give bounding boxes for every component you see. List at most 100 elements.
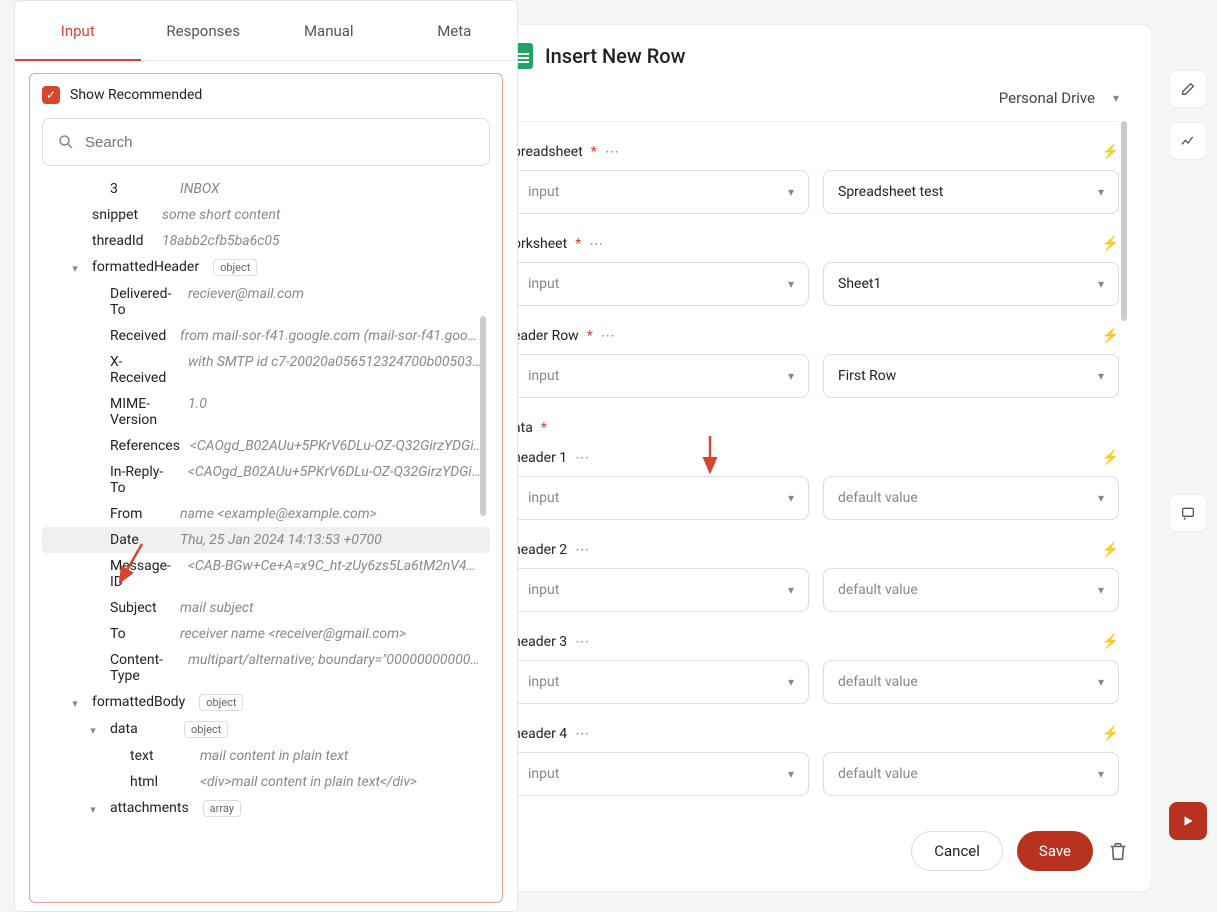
- tab-responses[interactable]: Responses: [141, 1, 267, 61]
- headerrow-input-dropdown[interactable]: input ▾: [513, 354, 809, 398]
- tree-row[interactable]: In-Reply-To<CAOgd_B02AUu+5PKrV6DLu-OZ-Q3…: [42, 459, 490, 501]
- tree-row[interactable]: snippet some short content: [42, 202, 490, 228]
- lightning-icon[interactable]: ⚡: [1102, 328, 1119, 344]
- ellipsis-icon[interactable]: ⋯: [589, 236, 604, 252]
- lightning-icon[interactable]: ⚡: [1102, 236, 1119, 252]
- chevron-down-icon: ▾: [788, 583, 794, 597]
- tab-manual[interactable]: Manual: [266, 1, 392, 61]
- field-header-row: eader Row * ⋯ ⚡ input ▾ First Row ▾: [513, 328, 1119, 398]
- tree-row[interactable]: threadId18abb2cfb5ba6c05: [42, 228, 490, 254]
- tree-row[interactable]: textmail content in plain text: [42, 743, 490, 769]
- chevron-down-icon: ▾: [788, 277, 794, 291]
- header-label: header 2: [513, 542, 567, 558]
- tree-row[interactable]: Fromname <example@example.com>: [42, 501, 490, 527]
- tab-input[interactable]: Input: [15, 1, 141, 61]
- header-input-dropdown[interactable]: input ▾: [513, 476, 809, 520]
- caret-icon: ▾: [68, 262, 82, 275]
- right-header: Insert New Row: [513, 43, 1129, 69]
- required-mark: *: [575, 236, 581, 252]
- chart-icon[interactable]: [1169, 122, 1207, 160]
- tab-meta[interactable]: Meta: [392, 1, 518, 61]
- tree-row[interactable]: X-Receivedwith SMTP id c7-20020a05651232…: [42, 349, 490, 391]
- tree-row[interactable]: 3INBOX: [42, 176, 490, 202]
- tree-key: text: [130, 748, 190, 764]
- header-default-dropdown[interactable]: default value ▾: [823, 660, 1119, 704]
- ellipsis-icon[interactable]: ⋯: [575, 542, 590, 558]
- search-input[interactable]: [42, 118, 490, 166]
- tree-key: MIME-Version: [110, 396, 178, 428]
- tree-row[interactable]: MIME-Version1.0: [42, 391, 490, 433]
- chevron-down-icon: ▾: [788, 185, 794, 199]
- tree: 3INBOX snippet some short content threadId1…: [42, 176, 490, 890]
- required-mark: *: [587, 328, 593, 344]
- tree-value: INBOX: [180, 181, 484, 197]
- form-area: Personal Drive ▾ preadsheet * ⋯ ⚡ input …: [513, 81, 1129, 813]
- header-input-dropdown[interactable]: input ▾: [513, 568, 809, 612]
- lightning-icon[interactable]: ⚡: [1102, 542, 1119, 558]
- tree-row[interactable]: Content-Typemultipart/alternative; bound…: [42, 647, 490, 689]
- tree-row[interactable]: DateThu, 25 Jan 2024 14:13:53 +0700: [42, 527, 490, 553]
- field-worksheet: orksheet * ⋯ ⚡ input ▾ Sheet1 ▾: [513, 236, 1119, 306]
- tree-row[interactable]: html<div>mail content in plain text</div…: [42, 769, 490, 795]
- ellipsis-icon[interactable]: ⋯: [605, 144, 620, 160]
- ellipsis-icon[interactable]: ⋯: [601, 328, 616, 344]
- save-button[interactable]: Save: [1017, 831, 1093, 871]
- chevron-down-icon: ▾: [1098, 185, 1104, 199]
- spreadsheet-value-dropdown[interactable]: Spreadsheet test ▾: [823, 170, 1119, 214]
- tree-key: formattedHeader: [92, 259, 199, 275]
- chevron-down-icon[interactable]: ▾: [1113, 91, 1119, 105]
- tree-row[interactable]: ▾attachmentsarray: [42, 795, 490, 822]
- header-input-dropdown[interactable]: input ▾: [513, 660, 809, 704]
- worksheet-value-dropdown[interactable]: Sheet1 ▾: [823, 262, 1119, 306]
- tree-row[interactable]: Toreceiver name <receiver@gmail.com>: [42, 621, 490, 647]
- header-default-dropdown[interactable]: default value ▾: [823, 568, 1119, 612]
- search-field[interactable]: [85, 134, 475, 151]
- edit-icon[interactable]: [1169, 70, 1207, 108]
- header-default-dropdown[interactable]: default value ▾: [823, 476, 1119, 520]
- scrollbar[interactable]: [480, 316, 486, 516]
- lightning-icon[interactable]: ⚡: [1102, 634, 1119, 650]
- tree-row[interactable]: Receivedfrom mail-sor-f41.google.com (ma…: [42, 323, 490, 349]
- tree-value: reciever@mail.com: [188, 286, 484, 302]
- headerrow-value-dropdown[interactable]: First Row ▾: [823, 354, 1119, 398]
- lightning-icon[interactable]: ⚡: [1102, 144, 1119, 160]
- tree-row[interactable]: References<CAOgd_B02AUu+5PKrV6DLu-OZ-Q32…: [42, 433, 490, 459]
- trash-icon[interactable]: [1107, 840, 1129, 862]
- tree-key: Delivered-To: [110, 286, 178, 318]
- field-spreadsheet: preadsheet * ⋯ ⚡ input ▾ Spreadsheet tes…: [513, 144, 1119, 214]
- tree-value: some short content: [162, 207, 484, 223]
- field-header-3: header 3 ⋯ ⚡ input ▾ default value ▾: [513, 634, 1119, 704]
- ellipsis-icon[interactable]: ⋯: [575, 634, 590, 650]
- data-section-label: ata *: [513, 420, 1119, 436]
- play-button[interactable]: [1169, 802, 1207, 840]
- tree-value: multipart/alternative; boundary="0000000…: [188, 652, 484, 668]
- tree-row[interactable]: ▾dataobject: [42, 716, 490, 743]
- tree-key: snippet: [92, 207, 152, 223]
- show-recommended-label: Show Recommended: [70, 87, 202, 103]
- tree-value: <CAB-BGw+Ce+A=x9C_ht-zUy6zs5La6tM2nV4A3E…: [188, 558, 484, 574]
- field-label: orksheet: [513, 236, 567, 252]
- header-default-dropdown[interactable]: default value ▾: [823, 752, 1119, 796]
- left-panel: InputResponsesManualMeta ✓ Show Recommen…: [14, 0, 518, 912]
- show-recommended-toggle[interactable]: ✓ Show Recommended: [42, 86, 490, 104]
- footer: Cancel Save: [513, 813, 1129, 871]
- lightning-icon[interactable]: ⚡: [1102, 726, 1119, 742]
- tree-row[interactable]: ▾formattedBodyobject: [42, 689, 490, 716]
- lightning-icon[interactable]: ⚡: [1102, 450, 1119, 466]
- cancel-button[interactable]: Cancel: [911, 831, 1003, 871]
- spreadsheet-input-dropdown[interactable]: input ▾: [513, 170, 809, 214]
- header-input-dropdown[interactable]: input ▾: [513, 752, 809, 796]
- tree-row[interactable]: ▾ formattedHeader object: [42, 254, 490, 281]
- tree-row[interactable]: Message-ID<CAB-BGw+Ce+A=x9C_ht-zUy6zs5La…: [42, 553, 490, 595]
- tree-value: with SMTP id c7-20020a056512324700b00503…: [188, 354, 484, 370]
- message-icon[interactable]: [1169, 494, 1207, 532]
- field-label: eader Row: [513, 328, 579, 344]
- ellipsis-icon[interactable]: ⋯: [575, 450, 590, 466]
- tree-row[interactable]: Subjectmail subject: [42, 595, 490, 621]
- tree-row[interactable]: Delivered-To reciever@mail.com: [42, 281, 490, 323]
- tree-value: 18abb2cfb5ba6c05: [162, 233, 484, 249]
- ellipsis-icon[interactable]: ⋯: [575, 726, 590, 742]
- scrollbar[interactable]: [1121, 121, 1127, 321]
- worksheet-input-dropdown[interactable]: input ▾: [513, 262, 809, 306]
- type-badge: object: [213, 259, 257, 276]
